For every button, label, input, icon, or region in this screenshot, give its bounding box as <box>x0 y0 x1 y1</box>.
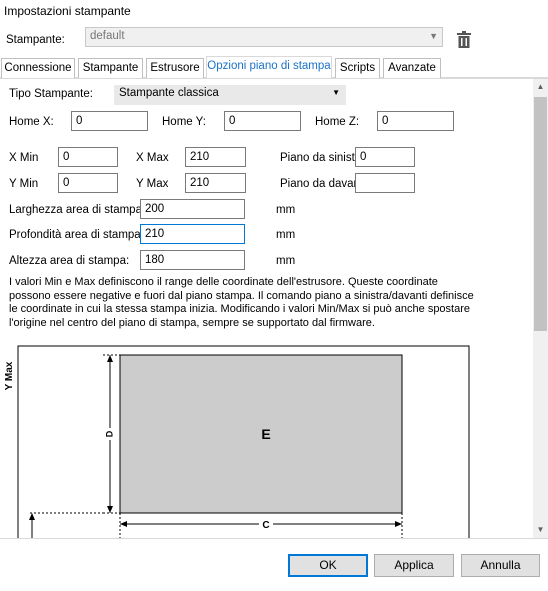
x-min-input[interactable]: 0 <box>58 147 118 167</box>
width-unit: mm <box>276 204 296 216</box>
y-min-input[interactable]: 0 <box>58 173 118 193</box>
width-input[interactable]: 200 <box>140 199 245 219</box>
height-input[interactable]: 180 <box>140 250 245 270</box>
depth-label: Profondità area di stampa: <box>9 229 144 241</box>
printer-type-label: Tipo Stampante: <box>9 88 93 100</box>
width-dimension-label: C <box>262 520 269 531</box>
home-z-input[interactable]: 0 <box>377 111 454 131</box>
diagram-y-axis-label: Y Max <box>4 361 15 390</box>
home-y-input[interactable]: 0 <box>224 111 301 131</box>
depth-input[interactable]: 210 <box>140 224 245 244</box>
y-max-label: Y Max <box>136 178 169 190</box>
y-min-label: Y Min <box>9 178 39 190</box>
tab-stampante[interactable]: Stampante <box>78 58 143 78</box>
chevron-down-icon: ▼ <box>429 31 438 41</box>
printer-label: Stampante: <box>6 34 65 46</box>
vertical-scrollbar[interactable]: ▲ ▼ <box>533 79 548 538</box>
tab-scripts[interactable]: Scripts <box>335 58 380 78</box>
height-unit: mm <box>276 255 296 267</box>
tab-avanzate[interactable]: Avanzate <box>383 58 441 78</box>
chevron-down-icon: ▼ <box>332 88 340 97</box>
printer-type-select[interactable]: Stampante classica ▼ <box>114 85 346 105</box>
x-min-label: X Min <box>9 152 39 164</box>
bottom-separator <box>0 538 548 539</box>
description-text: I valori Min e Max definiscono il range … <box>9 276 474 329</box>
home-x-input[interactable]: 0 <box>71 111 148 131</box>
y-max-input[interactable]: 210 <box>185 173 246 193</box>
bed-left-input[interactable]: 0 <box>355 147 415 167</box>
printer-type-value: Stampante classica <box>119 87 219 99</box>
scrollbar-thumb[interactable] <box>534 97 547 331</box>
printer-select[interactable]: default ▼ <box>85 27 443 47</box>
x-max-input[interactable]: 210 <box>185 147 246 167</box>
window-title: Impostazioni stampante <box>4 4 131 18</box>
scroll-up-icon[interactable]: ▲ <box>533 79 548 95</box>
tab-strip: Connessione Stampante Estrusore Opzioni … <box>0 56 548 79</box>
home-z-label: Home Z: <box>315 116 360 128</box>
printer-select-value: default <box>90 30 125 42</box>
ok-button[interactable]: OK <box>288 554 368 577</box>
cancel-button[interactable]: Annulla <box>461 554 540 577</box>
tab-estrusore[interactable]: Estrusore <box>146 58 204 78</box>
tab-opzioni-piano[interactable]: Opzioni piano di stampa <box>206 56 332 79</box>
x-max-label: X Max <box>136 152 169 164</box>
depth-dimension-label: D <box>104 430 114 437</box>
depth-unit: mm <box>276 229 296 241</box>
bed-diagram: Y Max E D C <box>4 345 470 538</box>
tab-connessione[interactable]: Connessione <box>1 58 75 78</box>
scroll-down-icon[interactable]: ▼ <box>533 522 548 538</box>
height-label: Altezza area di stampa: <box>9 255 130 267</box>
apply-button[interactable]: Applica <box>374 554 454 577</box>
home-x-label: Home X: <box>9 116 54 128</box>
bed-front-input[interactable] <box>355 173 415 193</box>
trash-icon[interactable] <box>457 31 471 51</box>
bed-area-label: E <box>261 426 270 442</box>
home-y-label: Home Y: <box>162 116 206 128</box>
width-label: Larghezza area di stampa: <box>9 204 146 216</box>
